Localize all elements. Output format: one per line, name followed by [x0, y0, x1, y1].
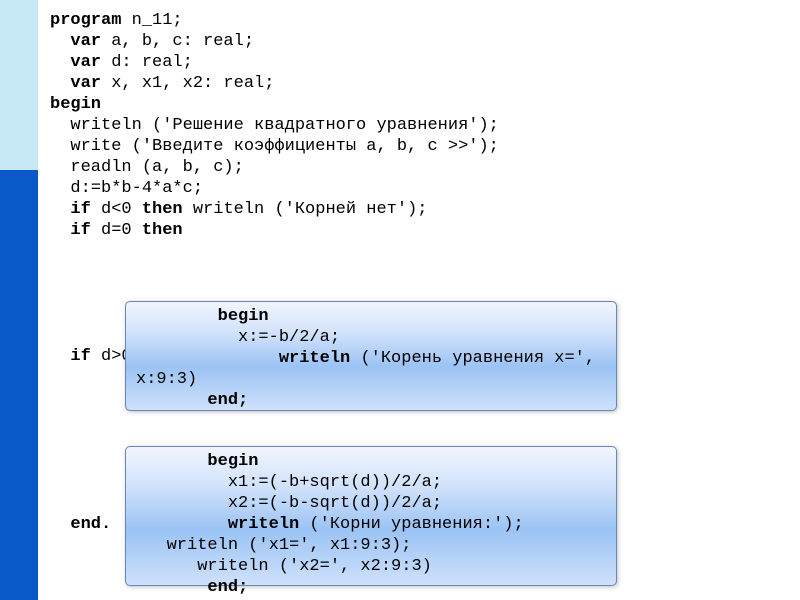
- code-text: n_11;: [121, 11, 182, 30]
- gap: [50, 368, 60, 387]
- code-text: ('Корни уравнения:');: [299, 515, 523, 534]
- kw-var: var: [50, 74, 101, 93]
- kw-if: if: [50, 221, 91, 240]
- code-text: ('Корень уравнения x=',: [350, 349, 595, 368]
- kw-begin: begin: [136, 307, 269, 326]
- gap: [50, 452, 60, 471]
- code-text: d:=b*b-4*a*c;: [50, 179, 203, 198]
- code-text: x:9:3): [136, 370, 197, 389]
- code-text: writeln ('Решение квадратного уравнения'…: [50, 116, 499, 135]
- kw-writeln: writeln: [136, 515, 299, 534]
- kw-then: then: [142, 200, 183, 219]
- gap: [50, 473, 60, 492]
- code-text: x1:=(-b+sqrt(d))/2/a;: [136, 473, 442, 492]
- code-text: x:=-b/2/a;: [136, 328, 340, 347]
- code-text: d<0: [91, 200, 142, 219]
- kw-then: then: [142, 221, 183, 240]
- code-box-d-equals-0: begin x:=-b/2/a; writeln ('Корень уравне…: [125, 301, 617, 411]
- kw-if: if: [50, 200, 91, 219]
- gap: [50, 410, 60, 429]
- code-text: write ('Введите коэффициенты a, b, c >>'…: [50, 137, 499, 156]
- kw-program: program: [50, 11, 121, 30]
- code-box-d-greater-0: begin x1:=(-b+sqrt(d))/2/a; x2:=(-b-sqrt…: [125, 446, 617, 586]
- gap: [50, 242, 60, 261]
- sidebar-stripe: [0, 0, 38, 600]
- code-text: d: real;: [101, 53, 193, 72]
- gap: [50, 305, 60, 324]
- gap: [50, 431, 60, 450]
- kw-begin: begin: [136, 452, 258, 471]
- code-text: x2:=(-b-sqrt(d))/2/a;: [136, 494, 442, 513]
- code-text: writeln ('x2=', x2:9:3): [136, 557, 432, 576]
- kw-end: end;: [136, 391, 248, 410]
- code-text: writeln ('Корней нет');: [183, 200, 428, 219]
- gap: [50, 494, 60, 513]
- code-text: a, b, c: real;: [101, 32, 254, 51]
- kw-writeln: writeln: [136, 349, 350, 368]
- kw-begin: begin: [50, 95, 101, 114]
- gap: [50, 326, 60, 345]
- sidebar-top-block: [0, 0, 38, 170]
- kw-var: var: [50, 53, 101, 72]
- gap: [50, 263, 60, 282]
- code-text: writeln ('x1=', x1:9:3);: [136, 536, 411, 555]
- kw-var: var: [50, 32, 101, 51]
- kw-end: end;: [136, 578, 248, 597]
- code-text: readln (a, b, c);: [50, 158, 244, 177]
- gap: [50, 284, 60, 303]
- kw-if: if: [50, 347, 91, 366]
- gap: [50, 389, 60, 408]
- code-text: x, x1, x2: real;: [101, 74, 274, 93]
- code-text: d=0: [91, 221, 142, 240]
- kw-end: end.: [50, 515, 111, 534]
